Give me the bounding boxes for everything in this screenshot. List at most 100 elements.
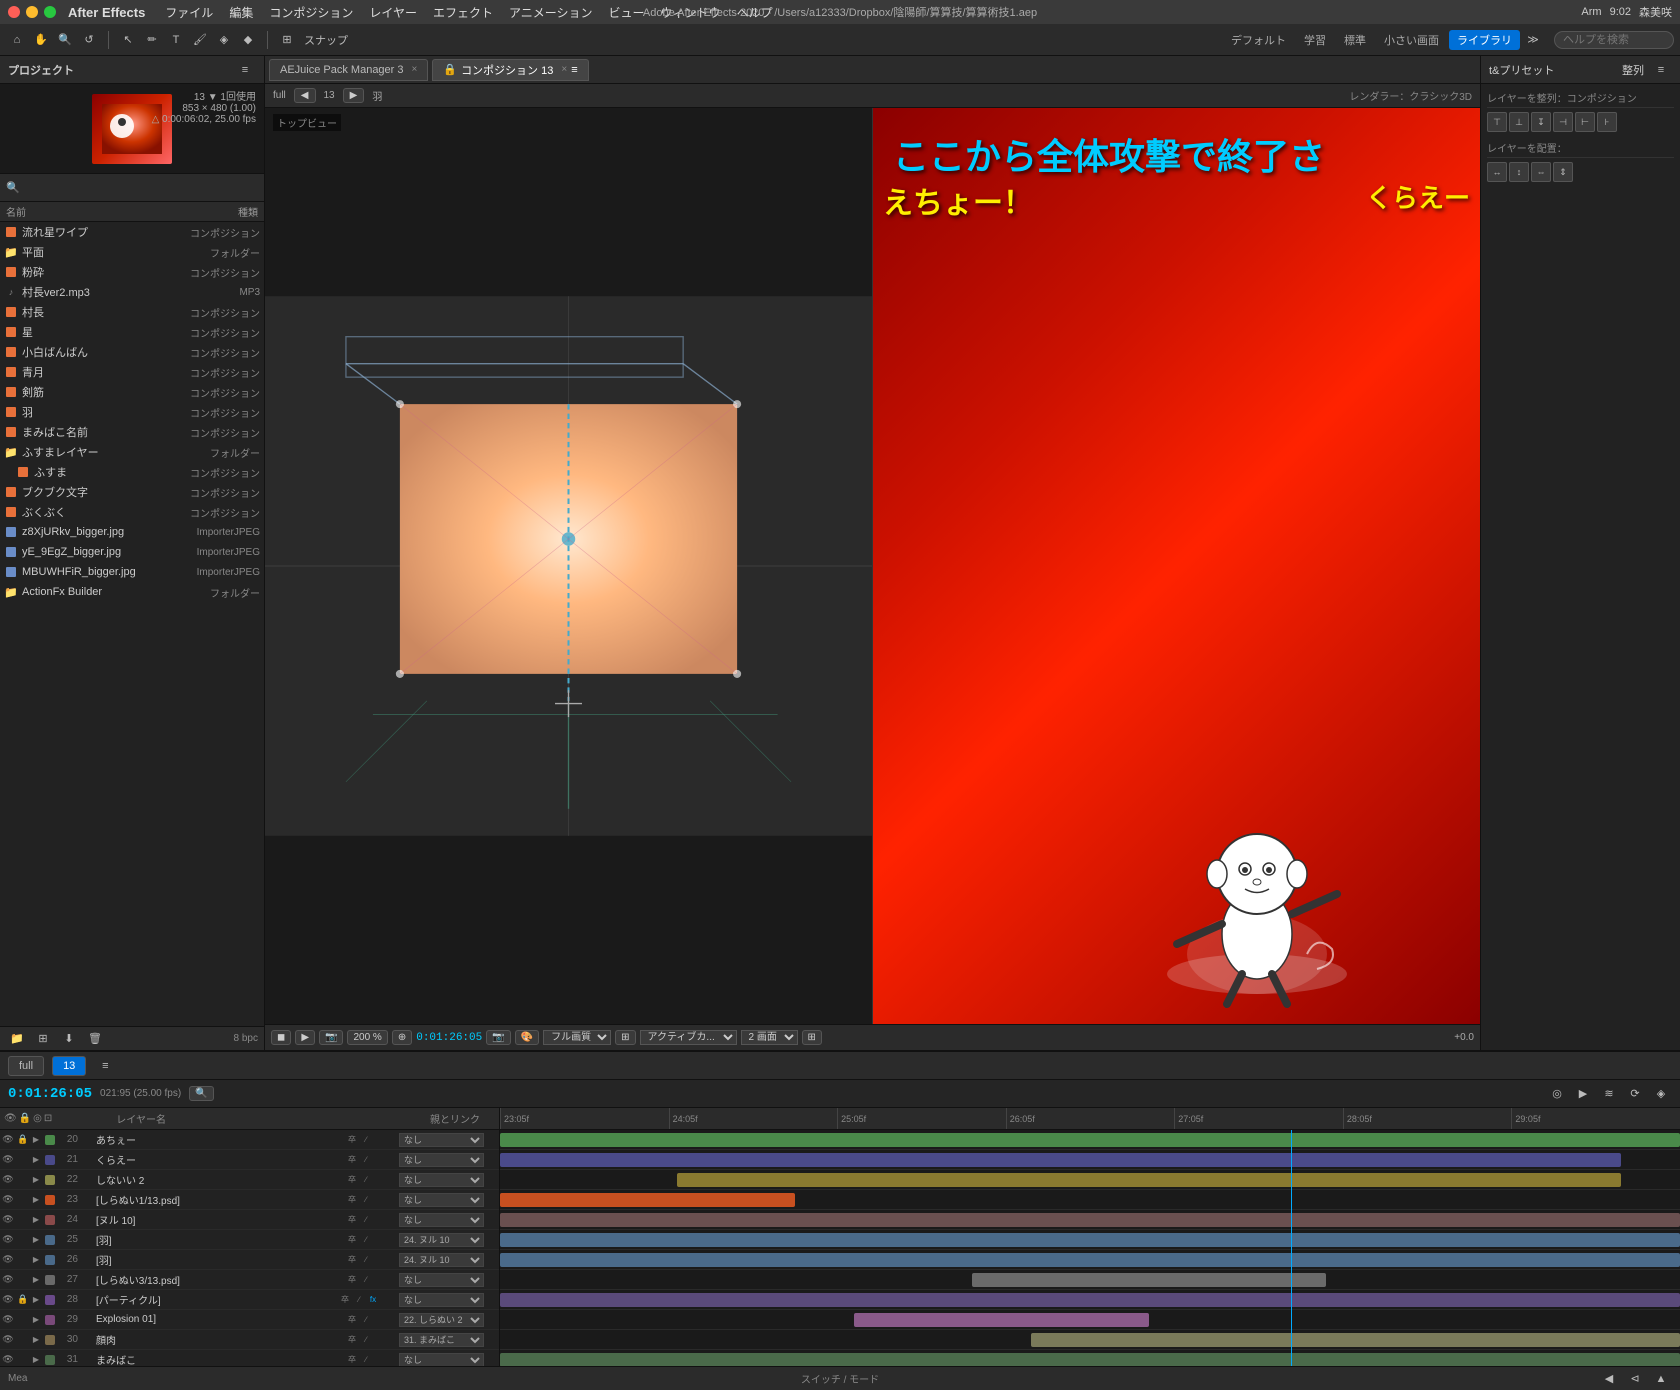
- project-list-item[interactable]: 粉砕コンポジション: [0, 262, 264, 282]
- layer-visibility-toggle[interactable]: 👁: [0, 1154, 16, 1165]
- workspace-standard[interactable]: 標準: [1336, 30, 1374, 50]
- workspace-library[interactable]: ライブラリ: [1449, 30, 1520, 50]
- select-tool[interactable]: ↖: [117, 29, 139, 51]
- goto-start-btn[interactable]: ⊲: [1624, 1368, 1646, 1390]
- align-hcenter-btn[interactable]: ⊢: [1575, 112, 1595, 132]
- layer-parent-control[interactable]: なし: [399, 1153, 499, 1167]
- switch-motion-blur[interactable]: ∕: [360, 1254, 372, 1266]
- layer-parent-control[interactable]: なし: [399, 1353, 499, 1367]
- layer-row[interactable]: 👁▶21くらえー 卒 ∕ なし: [0, 1150, 499, 1170]
- workspace-default[interactable]: デフォルト: [1223, 30, 1294, 50]
- project-list-item[interactable]: 青月コンポジション: [0, 362, 264, 382]
- layer-expand-btn[interactable]: ▶: [30, 1175, 42, 1184]
- layer-row[interactable]: 👁▶31まみばこ 卒 ∕ なし: [0, 1350, 499, 1366]
- close-button[interactable]: [8, 6, 20, 18]
- preview-btn[interactable]: ▶: [295, 1030, 315, 1045]
- parent-dropdown[interactable]: なし: [399, 1153, 484, 1167]
- project-list-item[interactable]: 📁平面フォルダー: [0, 242, 264, 262]
- layer-visibility-toggle[interactable]: 👁: [0, 1354, 16, 1365]
- switch-motion-blur[interactable]: ∕: [360, 1334, 372, 1346]
- align-left-btn[interactable]: ⊣: [1553, 112, 1573, 132]
- align-top-btn[interactable]: ⊤: [1487, 112, 1507, 132]
- new-comp-btn[interactable]: ⊞: [32, 1028, 54, 1050]
- parent-dropdown[interactable]: なし: [399, 1213, 484, 1227]
- workspace-study[interactable]: 学習: [1296, 30, 1334, 50]
- comp-menu[interactable]: コンポジション: [269, 4, 353, 21]
- switch-motion-blur[interactable]: ∕: [360, 1174, 372, 1186]
- switch-motion-blur[interactable]: ∕: [360, 1134, 372, 1146]
- layer-lock-toggle[interactable]: 🔒: [16, 1294, 30, 1305]
- track-bar[interactable]: [500, 1213, 1680, 1227]
- parent-dropdown[interactable]: なし: [399, 1193, 484, 1207]
- more-workspaces[interactable]: ≫: [1522, 29, 1544, 51]
- layer-expand-btn[interactable]: ▶: [30, 1355, 42, 1364]
- align-right-btn[interactable]: ⊦: [1597, 112, 1617, 132]
- switch-fx[interactable]: 卒: [346, 1254, 358, 1266]
- layer-visibility-toggle[interactable]: 👁: [0, 1214, 16, 1225]
- delete-item-btn[interactable]: 🗑: [84, 1028, 106, 1050]
- layer-row[interactable]: 👁▶29Explosion 01] 卒 ∕ 22. しらぬい 2: [0, 1310, 499, 1330]
- help-search[interactable]: [1554, 31, 1674, 49]
- layer-row[interactable]: 👁▶26[羽] 卒 ∕ 24. ヌル 10: [0, 1250, 499, 1270]
- switch-fx[interactable]: 卒: [339, 1294, 351, 1306]
- switch-motion-blur[interactable]: ∕: [360, 1214, 372, 1226]
- track-bar[interactable]: [1031, 1333, 1680, 1347]
- home-tool[interactable]: ⌂: [6, 29, 28, 51]
- layer-visibility-toggle[interactable]: 👁: [0, 1174, 16, 1185]
- switch-fx-active[interactable]: fx: [367, 1294, 379, 1306]
- motion-blur-btn[interactable]: ≋: [1598, 1083, 1620, 1105]
- track-bar[interactable]: [500, 1133, 1680, 1147]
- switch-motion-blur[interactable]: ∕: [360, 1154, 372, 1166]
- layer-visibility-toggle[interactable]: 👁: [0, 1294, 16, 1305]
- layer-expand-btn[interactable]: ▶: [30, 1135, 42, 1144]
- switch-fx[interactable]: 卒: [346, 1214, 358, 1226]
- new-folder-btn[interactable]: 📁: [6, 1028, 28, 1050]
- puppet-tool[interactable]: ◆: [237, 29, 259, 51]
- switch-fx[interactable]: 卒: [346, 1314, 358, 1326]
- layer-parent-control[interactable]: なし: [399, 1133, 499, 1147]
- color-btn[interactable]: 🎨: [515, 1030, 539, 1045]
- track-bar[interactable]: [500, 1293, 1680, 1307]
- switch-motion-blur[interactable]: ∕: [360, 1274, 372, 1286]
- zoom-btn[interactable]: 200 %: [347, 1030, 387, 1045]
- expand-btn[interactable]: ◀: [1598, 1368, 1620, 1390]
- workspace-small[interactable]: 小さい画面: [1376, 30, 1447, 50]
- tab-composition-13[interactable]: 🔒 コンポジション 13 × ≡: [432, 59, 588, 81]
- view-select[interactable]: アクティブカ...: [640, 1030, 737, 1045]
- project-list-item[interactable]: 流れ星ワイプコンポジション: [0, 222, 264, 242]
- pen-tool[interactable]: ✏: [141, 29, 163, 51]
- layer-parent-control[interactable]: なし: [399, 1293, 499, 1307]
- layer-row[interactable]: 👁▶24[ヌル 10] 卒 ∕ なし: [0, 1210, 499, 1230]
- project-list-item[interactable]: 📁ActionFx Builderフォルダー: [0, 582, 264, 602]
- quality-select[interactable]: フル画質: [543, 1030, 611, 1045]
- layer-row[interactable]: 👁🔒▶20あちぇー 卒 ∕ なし: [0, 1130, 499, 1150]
- tab-comp13-menu[interactable]: ≡: [571, 64, 577, 76]
- timeline-tab-full[interactable]: full: [8, 1056, 44, 1076]
- project-list-item[interactable]: 小白ばんばんコンポジション: [0, 342, 264, 362]
- switch-fx[interactable]: 卒: [346, 1354, 358, 1366]
- parent-dropdown[interactable]: なし: [399, 1133, 484, 1147]
- project-list-item[interactable]: ぶくぶくコンポジション: [0, 502, 264, 522]
- layer-parent-control[interactable]: なし: [399, 1193, 499, 1207]
- switch-fx[interactable]: 卒: [346, 1234, 358, 1246]
- grid-btn[interactable]: ⊞: [802, 1030, 822, 1045]
- layer-visibility-toggle[interactable]: 👁: [0, 1134, 16, 1145]
- project-list-item[interactable]: ブクブク文字コンポジション: [0, 482, 264, 502]
- parent-dropdown[interactable]: なし: [399, 1293, 484, 1307]
- layer-expand-btn[interactable]: ▶: [30, 1275, 42, 1284]
- track-bar[interactable]: [500, 1253, 1680, 1267]
- layer-expand-btn[interactable]: ▶: [30, 1315, 42, 1324]
- project-list-item[interactable]: MBUWHFiR_bigger.jpgImporterJPEG: [0, 562, 264, 582]
- brush-tool[interactable]: 🖌: [189, 29, 211, 51]
- camera-icon-btn[interactable]: 📷: [486, 1030, 510, 1045]
- layer-visibility-toggle[interactable]: 👁: [0, 1254, 16, 1265]
- align-tool[interactable]: ⊞: [276, 29, 298, 51]
- layout-btn[interactable]: ⊞: [615, 1030, 635, 1045]
- layer-visibility-toggle[interactable]: 👁: [0, 1334, 16, 1345]
- dist-space-h-btn[interactable]: ⇔: [1531, 162, 1551, 182]
- layer-expand-btn[interactable]: ▶: [30, 1155, 42, 1164]
- layer-expand-btn[interactable]: ▶: [30, 1335, 42, 1344]
- switch-fx[interactable]: 卒: [346, 1174, 358, 1186]
- minimize-button[interactable]: [26, 6, 38, 18]
- layer-parent-control[interactable]: 24. ヌル 10: [399, 1253, 499, 1267]
